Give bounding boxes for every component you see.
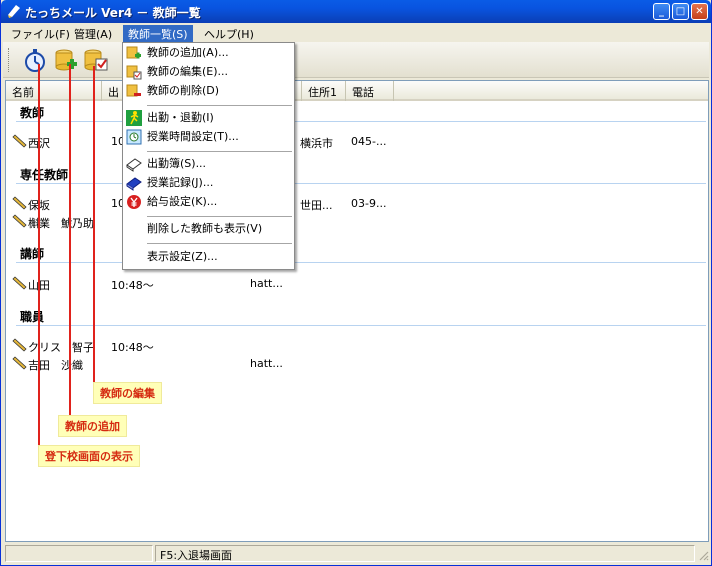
menu-manage[interactable]: 管理(A) [69, 25, 117, 42]
status-bar: F5:入退場画面 [3, 543, 709, 564]
attendance-time: 10:48～ [111, 279, 154, 292]
menu-item-label: 給与設定(K)... [147, 195, 218, 208]
class-time-icon [126, 129, 142, 145]
title-bar[interactable]: たっちメール Ver4 － 教師一覧 _ □ ✕ [1, 0, 711, 23]
callout-login-screen: 登下校画面の表示 [38, 445, 140, 467]
pencil-icon [12, 356, 27, 370]
address: 横浜市 [300, 137, 333, 150]
menu-separator [147, 151, 292, 152]
menu-bar: ファイル(F) 管理(A) 教師一覧(S) ヘルプ(H) [3, 23, 709, 42]
menu-item-label: 出勤・退勤(I) [147, 111, 214, 124]
salary-yen-icon [127, 195, 141, 209]
column-name[interactable]: 名前 [6, 81, 102, 101]
menu-separator [147, 105, 292, 106]
menu-item-add-teacher[interactable]: 教師の追加(A)... [123, 44, 294, 62]
menu-item-salary[interactable]: 給与設定(K)... [123, 193, 294, 211]
menu-item-display-settings[interactable]: 表示設定(Z)... [123, 248, 294, 266]
column-header: 名前 出 住所1 電話 [6, 81, 708, 101]
pencil-icon [12, 134, 27, 148]
menu-item-label: 教師の追加(A)... [147, 46, 229, 59]
phone: 045-... [351, 135, 387, 148]
close-button[interactable]: ✕ [691, 3, 708, 20]
group-title: 職員 [20, 310, 45, 324]
mail: hatt... [250, 357, 283, 370]
callout-line [69, 64, 71, 416]
menu-file[interactable]: ファイル(F) [6, 25, 75, 42]
pencil-icon [12, 338, 27, 352]
attendance-time: 10:48～ [111, 341, 154, 354]
toolbar-grip[interactable] [8, 48, 11, 72]
callout-add-teacher: 教師の追加 [58, 415, 127, 437]
phone: 03-9... [351, 197, 387, 210]
menu-item-edit-teacher[interactable]: 教師の編集(E)... [123, 63, 294, 81]
toolbar [3, 42, 709, 78]
teacher-list-menu: 教師の追加(A)... 教師の編集(E)... 教師の削除(D) 出勤・退勤(I… [122, 42, 295, 270]
running-person-icon [126, 110, 142, 126]
pencil-icon [12, 214, 27, 228]
teacher-name[interactable]: 吉田 沙織 [28, 357, 83, 373]
teacher-list[interactable]: 名前 出 住所1 電話 教師 西沢 10 横浜市 045-... 専任教師 保坂… [5, 80, 709, 542]
resize-grip-icon[interactable] [697, 549, 709, 561]
menu-item-attendance-book[interactable]: 出勤簿(S)... [123, 155, 294, 173]
app-icon [8, 5, 20, 18]
menu-separator [147, 243, 292, 244]
menu-separator [147, 216, 292, 217]
address: 世田... [300, 199, 333, 212]
column-phone[interactable]: 電話 [346, 81, 394, 101]
group-divider [16, 262, 706, 263]
stopwatch-icon[interactable] [22, 47, 48, 73]
attendance-book-icon [126, 158, 142, 172]
pencil-icon [12, 276, 27, 290]
menu-item-label: 出勤簿(S)... [147, 157, 207, 170]
mail: hatt... [250, 277, 283, 290]
menu-item-attendance[interactable]: 出勤・退勤(I) [123, 109, 294, 127]
delete-teacher-icon [126, 84, 141, 97]
menu-item-label: 教師の削除(D) [147, 84, 220, 97]
menu-item-delete-teacher[interactable]: 教師の削除(D) [123, 82, 294, 100]
menu-item-label: 削除した教師も表示(V) [147, 222, 263, 235]
menu-item-class-record[interactable]: 授業記録(J)... [123, 174, 294, 192]
group-title: 講師 [20, 247, 45, 261]
menu-item-label: 表示設定(Z)... [147, 250, 218, 263]
menu-item-label: 教師の編集(E)... [147, 65, 229, 78]
add-teacher-icon [126, 46, 141, 59]
menu-item-label: 授業記録(J)... [147, 176, 214, 189]
menu-help[interactable]: ヘルプ(H) [199, 25, 259, 42]
menu-teacher-list[interactable]: 教師一覧(S) [123, 25, 193, 42]
callout-line [93, 66, 95, 384]
group-divider [16, 121, 706, 122]
group-divider [16, 183, 706, 184]
menu-item-show-deleted[interactable]: 削除した教師も表示(V) [123, 220, 294, 238]
edit-teacher-icon [126, 65, 142, 80]
edit-teacher-icon[interactable] [83, 47, 109, 73]
group-title: 専任教師 [20, 168, 69, 182]
class-record-icon [126, 177, 142, 191]
group-title: 教師 [20, 106, 45, 120]
group-divider [16, 325, 706, 326]
maximize-button[interactable]: □ [672, 3, 689, 20]
app-window: たっちメール Ver4 － 教師一覧 _ □ ✕ ファイル(F) 管理(A) 教… [0, 0, 712, 566]
minimize-button[interactable]: _ [653, 3, 670, 20]
status-pane-hint: F5:入退場画面 [155, 545, 695, 562]
pencil-icon [12, 196, 27, 210]
callout-edit-teacher: 教師の編集 [93, 382, 162, 404]
callout-line [38, 64, 40, 447]
window-title: たっちメール Ver4 － 教師一覧 [25, 6, 201, 20]
status-pane-left [5, 545, 153, 562]
add-teacher-icon[interactable] [53, 47, 79, 73]
column-address[interactable]: 住所1 [302, 81, 346, 101]
menu-item-label: 授業時間設定(T)... [147, 130, 239, 143]
menu-item-class-time[interactable]: 授業時間設定(T)... [123, 128, 294, 146]
